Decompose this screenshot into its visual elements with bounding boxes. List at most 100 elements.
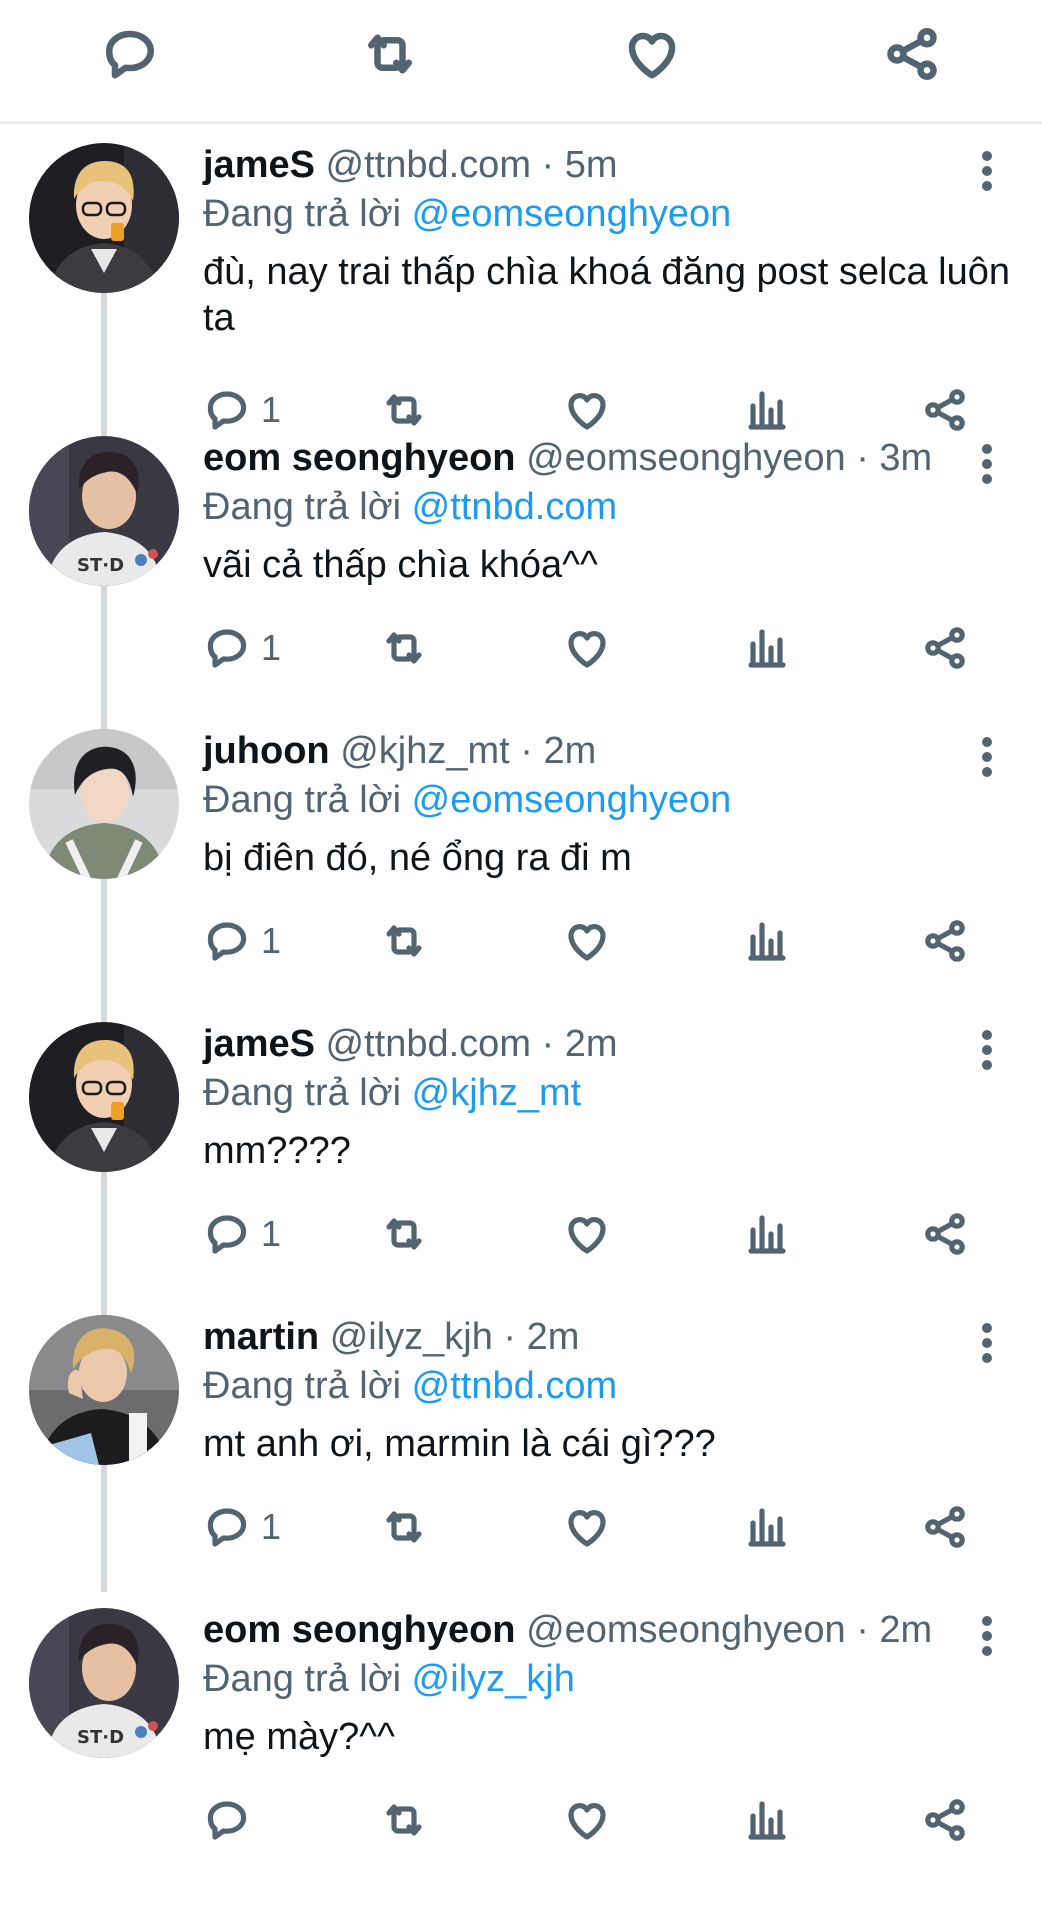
- more-options-icon[interactable]: [980, 444, 994, 484]
- more-options-icon[interactable]: [980, 151, 994, 191]
- share-icon: [925, 1213, 965, 1255]
- reply-count: 1: [261, 1213, 282, 1254]
- retweet-button[interactable]: [380, 1204, 428, 1264]
- reply-icon: [207, 922, 247, 961]
- like-icon[interactable]: [620, 22, 684, 86]
- more-options-icon[interactable]: [980, 1616, 994, 1656]
- reply-icon: [207, 1215, 247, 1254]
- author-name[interactable]: eom seonghyeon: [203, 437, 516, 479]
- tweet-text: mẹ mày?^^: [203, 1716, 395, 1758]
- reply-thread: jameS @ttnbd.com · 5m Đang trả lời @eoms…: [0, 127, 1042, 1885]
- like-button[interactable]: [563, 1790, 611, 1850]
- author-name[interactable]: eom seonghyeon: [203, 1609, 516, 1651]
- like-icon: [568, 1803, 606, 1840]
- avatar[interactable]: ST·D: [29, 436, 179, 586]
- retweet-button[interactable]: [380, 1497, 428, 1557]
- timestamp[interactable]: 5m: [565, 144, 618, 186]
- author-handle[interactable]: @ilyz_kjh: [330, 1316, 493, 1358]
- share-icon: [925, 1799, 965, 1841]
- like-icon: [568, 924, 606, 961]
- author-handle[interactable]: @kjhz_mt: [340, 730, 510, 772]
- reply-button[interactable]: 1: [203, 1204, 281, 1264]
- timestamp[interactable]: 2m: [879, 1609, 932, 1651]
- timestamp[interactable]: 2m: [543, 730, 596, 772]
- replying-to-mention[interactable]: @ilyz_kjh: [412, 1658, 575, 1700]
- author-handle[interactable]: @eomseonghyeon: [526, 437, 846, 479]
- analytics-icon: [748, 1801, 786, 1840]
- reply-button[interactable]: 1: [203, 911, 281, 971]
- like-button[interactable]: [563, 1204, 611, 1264]
- more-options-icon[interactable]: [980, 1030, 994, 1070]
- analytics-button[interactable]: [743, 1204, 791, 1264]
- replying-to-mention[interactable]: @ttnbd.com: [412, 1365, 617, 1407]
- author-name[interactable]: jameS: [203, 144, 315, 186]
- author-handle[interactable]: @eomseonghyeon: [526, 1609, 846, 1651]
- replying-to-mention[interactable]: @eomseonghyeon: [412, 193, 732, 235]
- timestamp[interactable]: 3m: [879, 437, 932, 479]
- tweet[interactable]: jameS @ttnbd.com · 2m Đang trả lời @kjhz…: [0, 879, 1042, 1299]
- avatar[interactable]: [29, 1315, 179, 1465]
- timestamp[interactable]: 2m: [565, 1023, 618, 1065]
- retweet-button[interactable]: [380, 911, 428, 971]
- analytics-button[interactable]: [743, 618, 791, 678]
- share-icon: [925, 920, 965, 962]
- retweet-icon: [386, 1511, 422, 1543]
- reply-button[interactable]: 1: [203, 618, 281, 678]
- like-icon: [568, 1510, 606, 1547]
- retweet-button[interactable]: [380, 618, 428, 678]
- tweet-actions: 1: [203, 1497, 1042, 1557]
- share-button[interactable]: [921, 618, 969, 678]
- more-options-icon[interactable]: [980, 737, 994, 777]
- avatar[interactable]: ST·D: [29, 1608, 179, 1758]
- reply-button[interactable]: 1: [203, 1497, 281, 1557]
- share-button[interactable]: [921, 1790, 969, 1850]
- like-button[interactable]: [563, 911, 611, 971]
- analytics-button[interactable]: [743, 1790, 791, 1850]
- avatar[interactable]: [29, 143, 179, 293]
- author-name[interactable]: martin: [203, 1316, 319, 1358]
- like-icon: [568, 631, 606, 668]
- replying-to-mention[interactable]: @ttnbd.com: [412, 486, 617, 528]
- like-button[interactable]: [563, 618, 611, 678]
- tweet-actions: 1: [203, 618, 1042, 678]
- tweet[interactable]: martin @ilyz_kjh · 2m Đang trả lời @ttnb…: [0, 1172, 1042, 1592]
- tweet-actions: 1: [203, 1204, 1042, 1264]
- reply-icon[interactable]: [98, 22, 162, 86]
- tweet[interactable]: ST·D eom seonghyeon @eomseonghyeon · 2m …: [0, 1465, 1042, 1885]
- analytics-button[interactable]: [743, 911, 791, 971]
- more-options-icon[interactable]: [980, 1323, 994, 1363]
- share-button[interactable]: [921, 1204, 969, 1264]
- tweet[interactable]: juhoon @kjhz_mt · 2m Đang trả lời @eomse…: [0, 586, 1042, 1006]
- analytics-icon: [748, 1508, 786, 1547]
- like-button[interactable]: [563, 1497, 611, 1557]
- avatar[interactable]: [29, 1022, 179, 1172]
- share-button[interactable]: [921, 911, 969, 971]
- svg-text:ST·D: ST·D: [77, 555, 124, 576]
- analytics-button[interactable]: [743, 1497, 791, 1557]
- tweet-text: vãi cả thấp chìa khóa^^: [203, 544, 598, 586]
- retweet-icon[interactable]: [358, 22, 422, 86]
- retweet-button[interactable]: [380, 1790, 428, 1850]
- share-icon[interactable]: [880, 22, 944, 86]
- retweet-icon: [386, 632, 422, 664]
- avatar[interactable]: [29, 729, 179, 879]
- replying-to-label: Đang trả lời: [203, 779, 402, 821]
- timestamp[interactable]: 2m: [527, 1316, 580, 1358]
- share-button[interactable]: [921, 1497, 969, 1557]
- tweet-text: bị điên đó, né ổng ra đi m: [203, 837, 632, 879]
- tweet[interactable]: ST·D eom seonghyeon @eomseonghyeon · 3m …: [0, 293, 1042, 713]
- reply-icon: [207, 629, 247, 668]
- analytics-icon: [748, 629, 786, 668]
- tweet[interactable]: jameS @ttnbd.com · 5m Đang trả lời @eoms…: [0, 127, 1042, 431]
- author-name[interactable]: juhoon: [203, 730, 330, 772]
- replying-to-label: Đang trả lời: [203, 1365, 402, 1407]
- replying-to-mention[interactable]: @kjhz_mt: [412, 1072, 582, 1114]
- share-icon: [925, 627, 965, 669]
- author-name[interactable]: jameS: [203, 1023, 315, 1065]
- author-handle[interactable]: @ttnbd.com: [326, 144, 531, 186]
- author-handle[interactable]: @ttnbd.com: [326, 1023, 531, 1065]
- reply-button[interactable]: [203, 1790, 261, 1850]
- replying-to-label: Đang trả lời: [203, 1658, 402, 1700]
- like-icon: [568, 1217, 606, 1254]
- replying-to-mention[interactable]: @eomseonghyeon: [412, 779, 732, 821]
